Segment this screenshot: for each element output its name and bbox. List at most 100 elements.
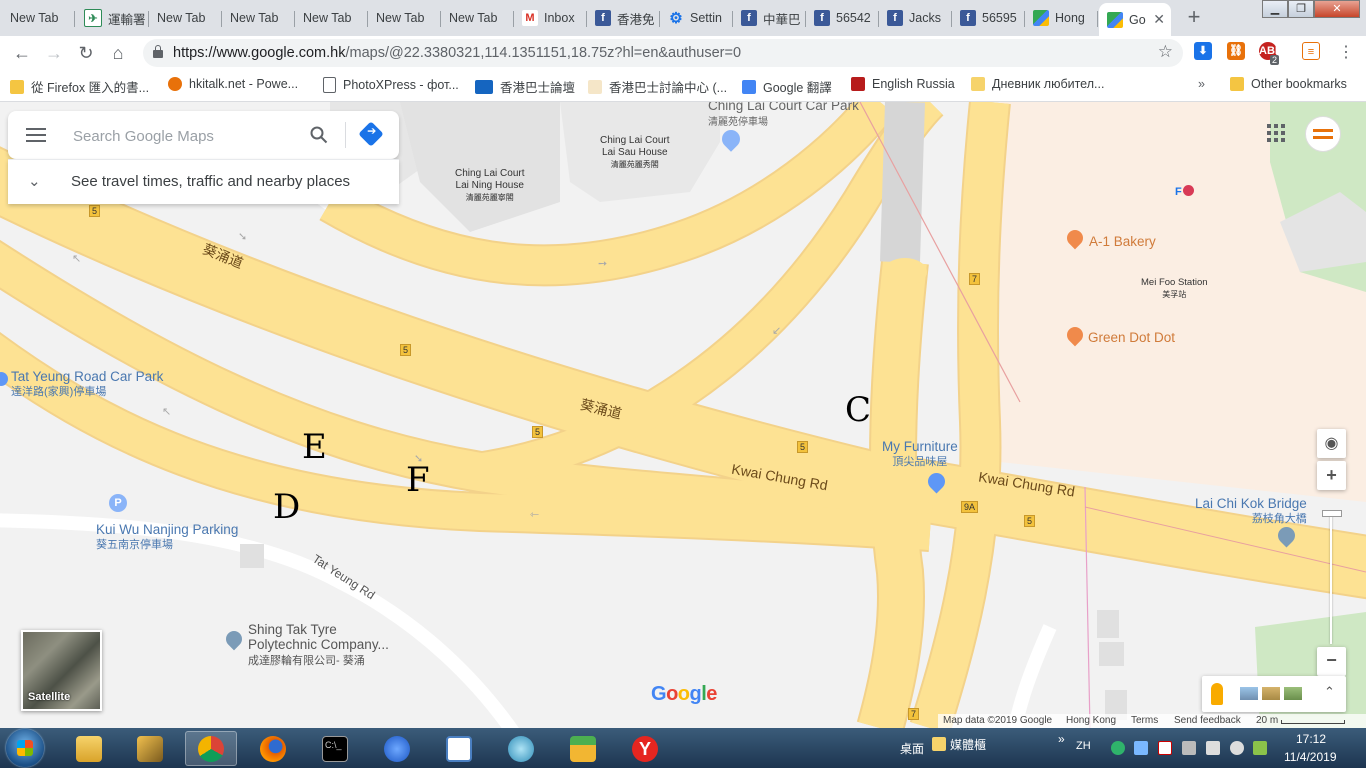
tab-5[interactable]: New Tab xyxy=(295,4,368,32)
poi-ching-lai-carpark[interactable]: Ching Lai Court Car Park 清麗苑停車場 xyxy=(708,102,859,128)
tab-fb-2[interactable]: f 中華巴 xyxy=(733,4,806,32)
url-text[interactable]: https://www.google.com.hk/maps/@22.33803… xyxy=(173,45,741,61)
chevron-down-icon[interactable]: ⌄ xyxy=(28,172,41,190)
flag-icon[interactable] xyxy=(1206,741,1220,755)
bookmark-google-translate[interactable]: Google 翻譯 xyxy=(742,77,832,96)
desktop-toolbar[interactable]: 桌面 xyxy=(900,740,924,757)
tab-fb-1[interactable]: f 香港免 xyxy=(587,4,660,32)
search-input[interactable] xyxy=(71,123,295,149)
my-location-button[interactable]: ◉ xyxy=(1317,429,1346,458)
taskbar-chrome[interactable] xyxy=(185,731,237,766)
taskbar-pineapple[interactable] xyxy=(557,731,609,766)
language-indicator[interactable]: ZH xyxy=(1076,740,1091,752)
scale-label[interactable]: 20 m xyxy=(1256,715,1278,726)
tab-settings[interactable]: ⚙ Settin xyxy=(660,4,733,32)
imagery-thumb[interactable] xyxy=(1262,687,1280,700)
tab-3[interactable]: New Tab xyxy=(149,4,222,32)
terms-link[interactable]: Terms xyxy=(1131,715,1158,726)
expand-chevron-icon[interactable]: ⌃ xyxy=(1324,684,1335,700)
chrome-menu-icon[interactable]: ⋮ xyxy=(1334,41,1358,65)
taskbar-document[interactable] xyxy=(433,731,485,766)
send-feedback-link[interactable]: Send feedback xyxy=(1174,715,1241,726)
start-button[interactable] xyxy=(6,729,44,767)
tab-2[interactable]: ✈ 運輸署 xyxy=(76,4,149,32)
profile-extension-icon[interactable]: ≡ xyxy=(1302,42,1320,60)
taskbar-explorer[interactable] xyxy=(63,731,115,766)
zoom-out-button[interactable]: − xyxy=(1317,647,1346,676)
taskbar-app[interactable] xyxy=(124,731,176,766)
tab-inbox[interactable]: M Inbox xyxy=(514,4,587,32)
bookmarks-overflow-button[interactable]: » xyxy=(1198,77,1205,91)
tray-app-icon[interactable] xyxy=(1134,741,1148,755)
media-folder-toolbar[interactable]: 媒體櫃 xyxy=(950,736,986,753)
bookmark-photoxpress[interactable]: PhotoXPress - фот... xyxy=(323,77,459,93)
bookmark-hkitalk[interactable]: hkitalk.net - Powe... xyxy=(168,77,298,91)
tab-fb-3[interactable]: f 56542 xyxy=(806,4,879,32)
bookmark-star-icon[interactable]: ☆ xyxy=(1158,42,1173,62)
close-tab-icon[interactable]: ✕ xyxy=(1149,11,1165,28)
map-canvas[interactable]: ➘ ➙ ↖ ↙ ↖ ➘ ⇽ 5 5 5 5 5 7 7 9A 葵涌道 葵涌道 Kwai … xyxy=(0,102,1366,728)
tab-4[interactable]: New Tab xyxy=(222,4,295,32)
zoom-in-button[interactable]: + xyxy=(1317,461,1346,490)
tab-fb-4[interactable]: f Jacks xyxy=(879,4,952,32)
taskbar-video[interactable] xyxy=(495,731,547,766)
taskbar-media-player[interactable] xyxy=(371,731,423,766)
poi-kui-wu-parking[interactable]: Kui Wu Nanjing Parking 葵五南京停車場 xyxy=(96,522,238,552)
bookmark-hkbf[interactable]: 香港巴士論壇 xyxy=(475,77,575,96)
tools-icon[interactable] xyxy=(1182,741,1196,755)
poi-my-furniture[interactable]: My Furniture 頂尖品味屋 xyxy=(882,439,958,469)
minimize-button[interactable]: ▁ xyxy=(1262,0,1288,18)
bookmark-other-folder[interactable]: Other bookmarks xyxy=(1230,77,1347,91)
reload-button[interactable]: ↻ xyxy=(74,41,98,65)
address-bar[interactable]: https://www.google.com.hk/maps/@22.33803… xyxy=(143,39,1183,67)
parking-pin-icon[interactable]: P xyxy=(109,494,127,512)
battery-icon[interactable] xyxy=(1253,741,1267,755)
poi-mei-foo-station[interactable]: Mei Foo Station 美孚站 xyxy=(1141,277,1208,301)
travel-times-bar[interactable]: ⌄ See travel times, traffic and nearby p… xyxy=(8,159,399,204)
new-tab-button[interactable]: + xyxy=(1180,5,1208,31)
pegman-icon[interactable] xyxy=(1211,683,1223,705)
taskbar-firefox[interactable] xyxy=(247,731,299,766)
mtr-station-icon[interactable]: F xyxy=(1175,185,1197,198)
tab-1[interactable]: New Tab xyxy=(2,4,75,32)
zoom-slider-handle[interactable] xyxy=(1322,510,1342,517)
zoom-slider-track[interactable] xyxy=(1330,514,1332,644)
download-extension-icon[interactable]: ⬇ xyxy=(1194,42,1212,60)
taskbar-yandex[interactable]: Y xyxy=(619,731,671,766)
search-icon[interactable] xyxy=(310,126,328,144)
home-button[interactable]: ⌂ xyxy=(106,41,130,65)
poi-shing-tak-tyre[interactable]: Shing Tak Tyre Polytechnic Company... 成達膠輪… xyxy=(248,622,389,668)
clock-date[interactable]: 11/4/2019 xyxy=(1284,750,1337,764)
bookmark-diary[interactable]: Дневник любител... xyxy=(971,77,1104,91)
security-icon[interactable] xyxy=(1111,741,1125,755)
tab-maps-active[interactable]: Go ✕ xyxy=(1099,3,1171,36)
poi-green-dot-dot[interactable]: Green Dot Dot xyxy=(1088,330,1175,345)
forward-button[interactable]: → xyxy=(42,41,66,65)
imagery-thumb[interactable] xyxy=(1284,687,1302,700)
volume-icon[interactable] xyxy=(1230,741,1244,755)
taskbar-cmd[interactable]: C:\_ xyxy=(309,731,361,766)
clock-time[interactable]: 17:12 xyxy=(1296,732,1326,746)
network-error-icon[interactable] xyxy=(1158,741,1172,755)
region-link[interactable]: Hong Kong xyxy=(1066,715,1116,726)
window-close-button[interactable]: ✕ xyxy=(1314,0,1360,18)
link-extension-icon[interactable]: ⛓ xyxy=(1227,42,1245,60)
tab-fb-5[interactable]: f 56595 xyxy=(952,4,1025,32)
imagery-thumb[interactable] xyxy=(1240,687,1258,700)
poi-tat-yeung-carpark[interactable]: Tat Yeung Road Car Park 達洋路(家興)停車場 xyxy=(11,369,163,399)
hamburger-menu-icon[interactable] xyxy=(26,128,46,142)
tab-7[interactable]: New Tab xyxy=(441,4,514,32)
poi-a1-bakery[interactable]: A-1 Bakery xyxy=(1089,234,1156,249)
bookmark-english-russia[interactable]: English Russia xyxy=(851,77,955,91)
directions-icon[interactable] xyxy=(358,121,384,147)
back-button[interactable]: ← xyxy=(10,41,34,65)
tab-maps-1[interactable]: Hong xyxy=(1025,4,1098,32)
poi-lai-chi-kok-bridge[interactable]: Lai Chi Kok Bridge 荔枝角大橋 xyxy=(1195,496,1307,526)
bookmark-firefox-folder[interactable]: 從 Firefox 匯入的書... xyxy=(10,77,149,96)
account-avatar[interactable] xyxy=(1305,116,1341,152)
google-apps-icon[interactable] xyxy=(1267,124,1285,142)
satellite-toggle[interactable]: Satellite xyxy=(21,630,102,711)
maximize-button[interactable]: ❐ xyxy=(1288,0,1314,18)
tray-overflow-icon[interactable]: » xyxy=(1058,732,1065,746)
tab-6[interactable]: New Tab xyxy=(368,4,441,32)
